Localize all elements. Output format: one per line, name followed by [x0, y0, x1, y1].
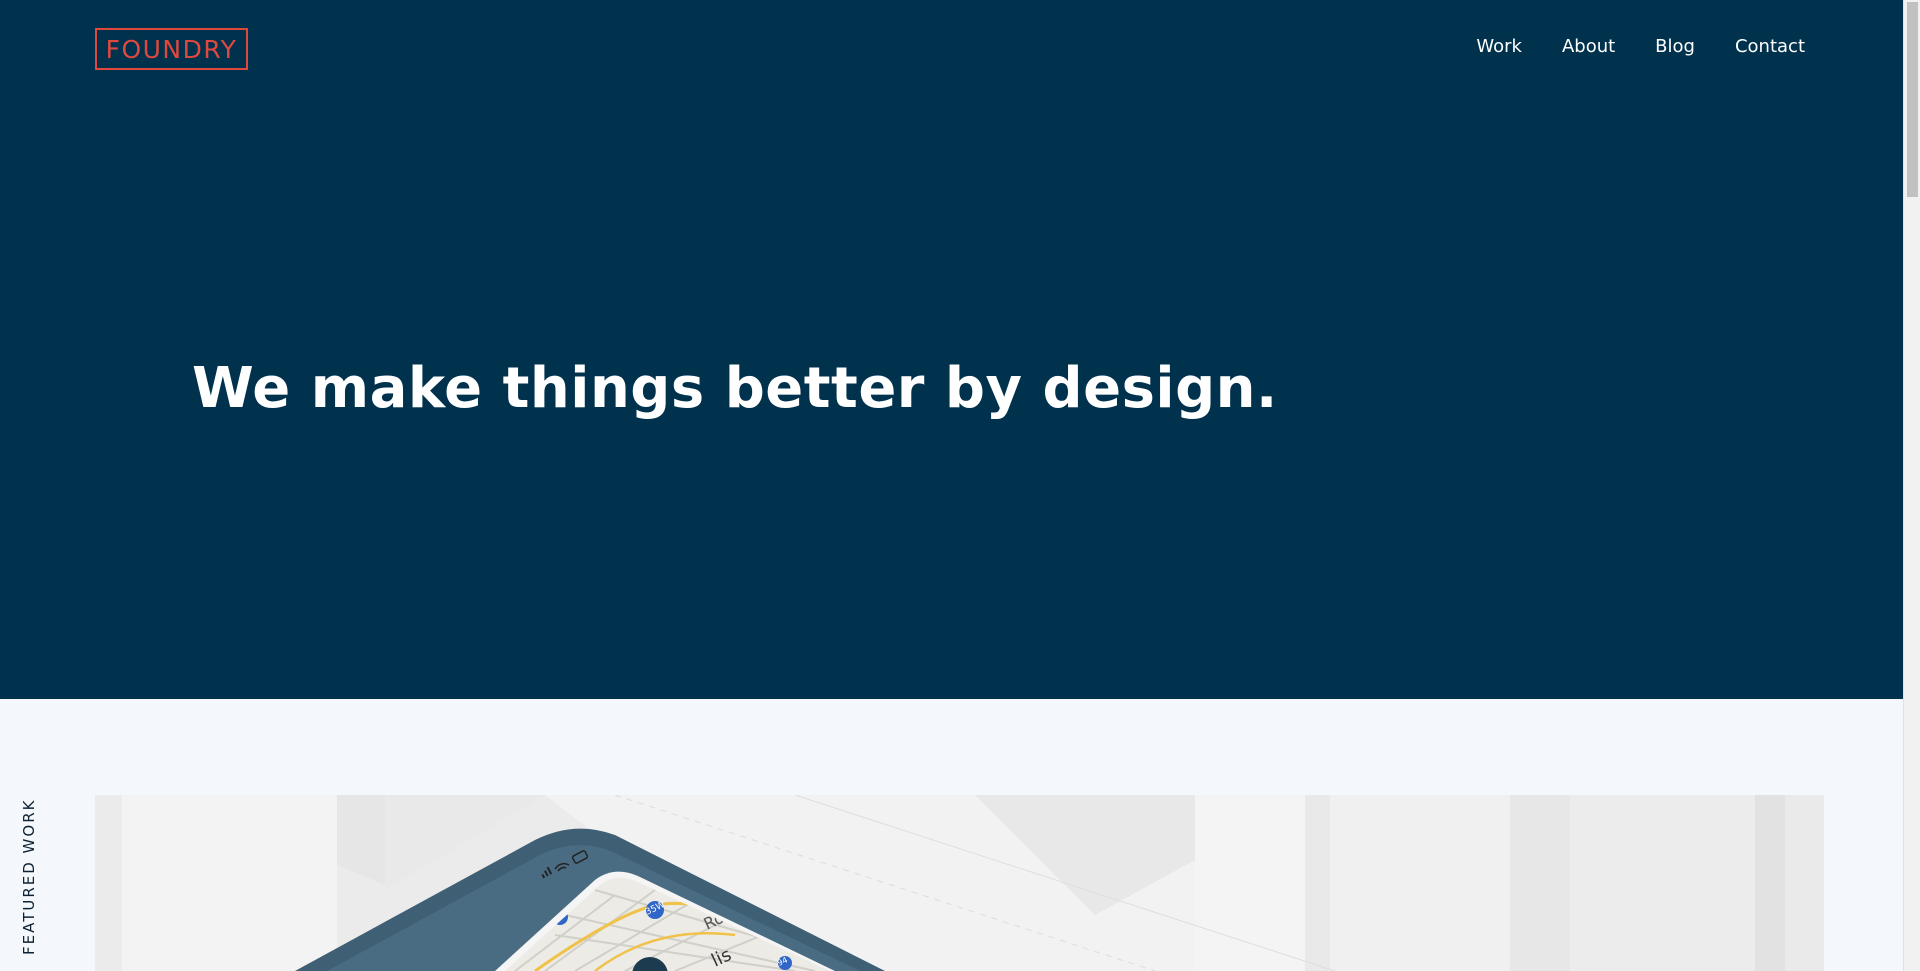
- featured-work-label-text: FEATURED WORK: [20, 798, 38, 955]
- hero-headline: We make things better by design.: [192, 356, 1278, 421]
- logo-text: FOUNDRY: [105, 34, 238, 64]
- nav-link-contact[interactable]: Contact: [1735, 36, 1805, 58]
- phone-map-illustration: Rose lis 35W 94: [95, 795, 1824, 971]
- scrollbar-thumb[interactable]: [1907, 2, 1918, 197]
- featured-project-image[interactable]: Rose lis 35W 94: [95, 795, 1824, 971]
- hero-section: FOUNDRY Work About Blog Contact We make …: [0, 0, 1903, 699]
- featured-work-label: FEATURED WORK: [20, 795, 40, 955]
- main-nav: Work About Blog Contact: [1436, 36, 1805, 58]
- vertical-scrollbar[interactable]: [1903, 0, 1920, 971]
- nav-link-blog[interactable]: Blog: [1655, 36, 1695, 58]
- site-logo[interactable]: FOUNDRY: [95, 28, 248, 70]
- nav-link-about[interactable]: About: [1562, 36, 1615, 58]
- nav-link-work[interactable]: Work: [1476, 36, 1522, 58]
